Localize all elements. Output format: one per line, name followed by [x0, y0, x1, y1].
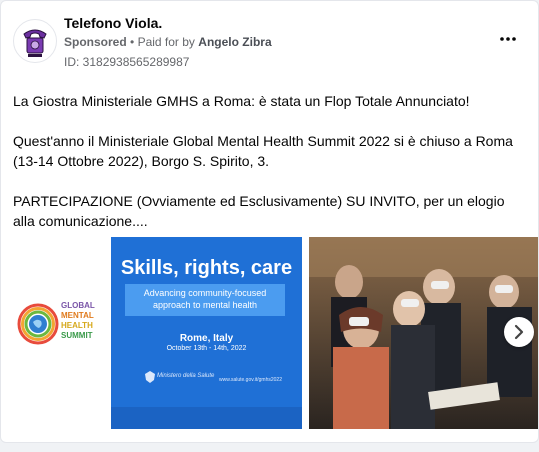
- banner-subheading: Advancing community-focused approach to …: [125, 284, 285, 316]
- carousel-next-button[interactable]: [504, 317, 534, 347]
- summit-banner: Skills, rights, care Advancing community…: [111, 237, 302, 407]
- ad-meta: Sponsored • Paid for by Angelo Zibra: [64, 35, 272, 49]
- italian-emblem-icon: [145, 371, 155, 383]
- meta-separator: •: [130, 35, 135, 49]
- banner-bottom-strip: [111, 407, 302, 429]
- advertiser-name[interactable]: Angelo Zibra: [198, 35, 271, 49]
- rainbow-globe-icon: [17, 303, 59, 345]
- body-paragraph: La Giostra Ministeriale GMHS a Roma: è s…: [13, 93, 470, 109]
- logo-line: HEALTH: [61, 321, 93, 330]
- banner-dates: October 13th - 14th, 2022: [166, 345, 247, 352]
- banner-location: Rome, Italy: [179, 333, 234, 344]
- banner-ministry: Ministero della Salute: [157, 373, 215, 379]
- body-paragraph: PARTECIPAZIONE (Ovviamente ed Esclusivam…: [13, 193, 505, 229]
- gmhs-logo-text: GLOBAL MENTAL HEALTH SUMMIT: [61, 301, 111, 341]
- page-name[interactable]: Telefono Viola.: [64, 15, 162, 31]
- telephone-logo-icon: [15, 21, 55, 61]
- page-avatar[interactable]: [13, 19, 57, 63]
- gmhs-logo: GLOBAL MENTAL HEALTH SUMMIT: [17, 299, 111, 349]
- carousel-slide-summit-banner[interactable]: GLOBAL MENTAL HEALTH SUMMIT Skills, righ…: [13, 237, 302, 429]
- logo-line: MENTAL: [61, 311, 94, 320]
- post-body: La Giostra Ministeriale GMHS a Roma: è s…: [13, 91, 528, 251]
- chevron-right-icon: [514, 324, 524, 340]
- banner-headline: Skills, rights, care: [120, 257, 293, 279]
- sponsored-label: Sponsored: [64, 35, 127, 49]
- paid-for-label: Paid for by: [137, 35, 195, 49]
- post-header: Telefono Viola. Sponsored • Paid for by …: [13, 15, 526, 75]
- ad-id: ID: 3182938565289987: [64, 55, 190, 69]
- logo-line: GLOBAL: [61, 301, 95, 310]
- more-options-icon[interactable]: [498, 29, 518, 49]
- body-paragraph: Quest'anno il Ministeriale Global Mental…: [13, 133, 513, 169]
- logo-line: SUMMIT: [61, 331, 93, 340]
- banner-website: www.salute.gov.it/gmhs2022: [219, 377, 282, 383]
- ad-card: Telefono Viola. Sponsored • Paid for by …: [0, 0, 539, 443]
- media-carousel: GLOBAL MENTAL HEALTH SUMMIT Skills, righ…: [13, 237, 538, 429]
